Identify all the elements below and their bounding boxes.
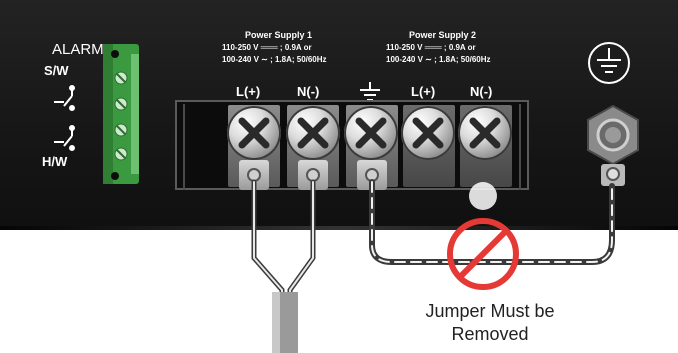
light-flare [469,182,497,210]
caption-line-1: Jumper Must be [425,301,555,321]
jumper-caption: Jumper Must be Removed [385,300,595,346]
prohibited-icon [447,218,519,290]
caption-line-2: Removed [451,324,529,344]
